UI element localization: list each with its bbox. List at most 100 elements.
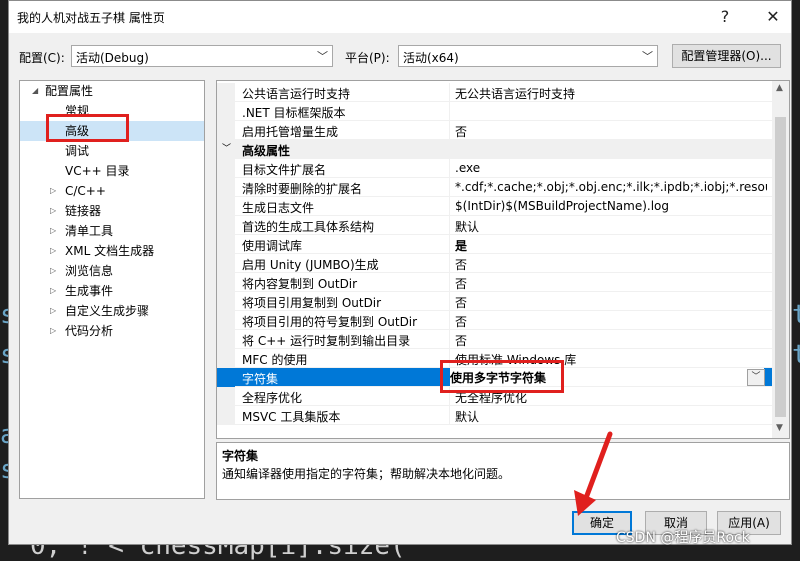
tree-item[interactable]: ▷ 链接器 (20, 201, 204, 221)
property-name: 将项目引用复制到 OutDir (242, 296, 382, 310)
property-value: .exe (455, 161, 481, 175)
highlight-box-charset (440, 360, 564, 393)
row-gutter (217, 273, 235, 292)
property-row[interactable]: 将 C++ 运行时复制到输出目录 否 (217, 330, 772, 349)
property-row[interactable]: MSVC 工具集版本 默认 (217, 406, 772, 425)
column-divider (449, 273, 450, 292)
help-icon[interactable]: ? (713, 5, 737, 29)
row-gutter (217, 368, 235, 387)
tree-item[interactable]: ▷ C/C++ (20, 181, 204, 201)
tree-item[interactable]: ▷ 清单工具 (20, 221, 204, 241)
tree-item-label: C/C++ (65, 184, 106, 198)
column-divider (449, 102, 450, 121)
tree-item[interactable]: ▷ 生成事件 (20, 281, 204, 301)
row-gutter (217, 121, 235, 140)
scrollbar-thumb[interactable] (775, 117, 786, 417)
expand-icon[interactable]: ▷ (50, 241, 56, 261)
expand-icon[interactable]: ▷ (50, 321, 56, 341)
config-value: 活动(Debug) (76, 51, 149, 65)
tree-item[interactable]: 调试 (20, 141, 204, 161)
chevron-down-icon: ﹀ (642, 50, 653, 63)
expand-icon[interactable]: ▷ (50, 261, 56, 281)
property-row[interactable]: 生成日志文件 $(IntDir)$(MSBuildProjectName).lo… (217, 197, 772, 216)
property-name: 启用托管增量生成 (242, 125, 339, 139)
property-name: MFC 的使用 (242, 353, 308, 367)
tree-root-config-properties[interactable]: ◢ 配置属性 (20, 81, 204, 101)
property-value: 默认 (455, 410, 480, 424)
row-gutter (217, 254, 235, 273)
tree-item[interactable]: ▷ 代码分析 (20, 321, 204, 341)
property-name: 生成日志文件 (242, 201, 315, 215)
tree-item-label: 浏览信息 (65, 264, 114, 278)
property-value: 否 (455, 277, 468, 291)
property-value: 否 (455, 315, 468, 329)
platform-value: 活动(x64) (403, 51, 459, 65)
property-row[interactable]: 首选的生成工具体系结构 默认 (217, 216, 772, 235)
property-row[interactable]: 将内容复制到 OutDir 否 (217, 273, 772, 292)
tree-item[interactable]: VC++ 目录 (20, 161, 204, 181)
property-row[interactable]: .NET 目标框架版本 (217, 102, 772, 121)
property-name: 启用 Unity (JUMBO)生成 (242, 258, 379, 272)
row-gutter (217, 159, 235, 178)
property-name: 使用调试库 (242, 239, 303, 253)
expand-icon[interactable]: ▷ (50, 301, 56, 321)
row-gutter (217, 292, 235, 311)
property-row[interactable]: 使用调试库 是 (217, 235, 772, 254)
config-manager-button[interactable]: 配置管理器(O)... (672, 44, 781, 68)
scroll-down-icon[interactable]: ▼ (776, 423, 783, 433)
category-label: 高级属性 (242, 144, 291, 158)
expand-icon[interactable]: ▷ (50, 281, 56, 301)
tree-item-label: 代码分析 (65, 324, 114, 338)
expand-icon[interactable]: ▷ (50, 201, 56, 221)
column-divider (449, 254, 450, 273)
property-name: 将内容复制到 OutDir (242, 277, 358, 291)
property-name: 字符集 (242, 372, 279, 386)
property-row[interactable]: 启用托管增量生成 否 (217, 121, 772, 140)
property-value: 否 (455, 125, 468, 139)
property-row[interactable]: 将项目引用的符号复制到 OutDir 否 (217, 311, 772, 330)
row-gutter (217, 349, 235, 368)
chevron-down-icon[interactable]: ﹀ (222, 141, 231, 154)
property-row[interactable]: 公共语言运行时支持 无公共语言运行时支持 (217, 83, 772, 102)
tree-item[interactable]: ▷ 浏览信息 (20, 261, 204, 281)
tree-item-label: 链接器 (65, 204, 102, 218)
pointer-arrow (574, 431, 613, 516)
config-dropdown[interactable]: 活动(Debug) ﹀ (71, 45, 333, 67)
expand-icon[interactable]: ▷ (50, 181, 56, 201)
column-divider (449, 292, 450, 311)
row-gutter (217, 83, 235, 102)
tree-item-label: XML 文档生成器 (65, 244, 155, 258)
tree-item[interactable]: ▷ 自定义生成步骤 (20, 301, 204, 321)
column-divider (449, 311, 450, 330)
title-bar: 我的人机对战五子棋 属性页 ? ✕ (9, 1, 791, 33)
property-row[interactable]: 清除时要删除的扩展名 *.cdf;*.cache;*.obj;*.obj.enc… (217, 178, 772, 197)
column-divider (449, 406, 450, 425)
property-row[interactable]: 启用 Unity (JUMBO)生成 否 (217, 254, 772, 273)
property-row[interactable]: 将项目引用复制到 OutDir 否 (217, 292, 772, 311)
category-header[interactable]: ﹀ 高级属性 (217, 140, 772, 159)
property-value: 默认 (455, 220, 480, 234)
vertical-scrollbar[interactable]: ▲ ▼ (772, 81, 789, 438)
close-icon[interactable]: ✕ (761, 5, 785, 29)
collapse-icon[interactable]: ◢ (32, 81, 38, 101)
row-gutter (217, 216, 235, 235)
bg-glyph: t (792, 300, 800, 330)
row-gutter (217, 197, 235, 216)
property-row[interactable]: 目标文件扩展名 .exe (217, 159, 772, 178)
bg-glyph: t (792, 340, 800, 370)
tree-item[interactable]: ▷ XML 文档生成器 (20, 241, 204, 261)
column-divider (449, 121, 450, 140)
platform-dropdown[interactable]: 活动(x64) ﹀ (398, 45, 658, 67)
watermark: CSDN @程序员Rock (616, 530, 750, 546)
row-gutter (217, 311, 235, 330)
property-name: .NET 目标框架版本 (242, 106, 346, 120)
chevron-down-icon[interactable]: ﹀ (747, 369, 765, 386)
property-name: 将 C++ 运行时复制到输出目录 (242, 334, 411, 348)
property-name: 公共语言运行时支持 (242, 87, 351, 101)
expand-icon[interactable]: ▷ (50, 221, 56, 241)
row-gutter (217, 330, 235, 349)
property-name: 全程序优化 (242, 391, 303, 405)
description-text: 通知编译器使用指定的字符集；帮助解决本地化问题。 (222, 467, 511, 481)
scroll-up-icon[interactable]: ▲ (776, 83, 783, 93)
column-divider (449, 330, 450, 349)
